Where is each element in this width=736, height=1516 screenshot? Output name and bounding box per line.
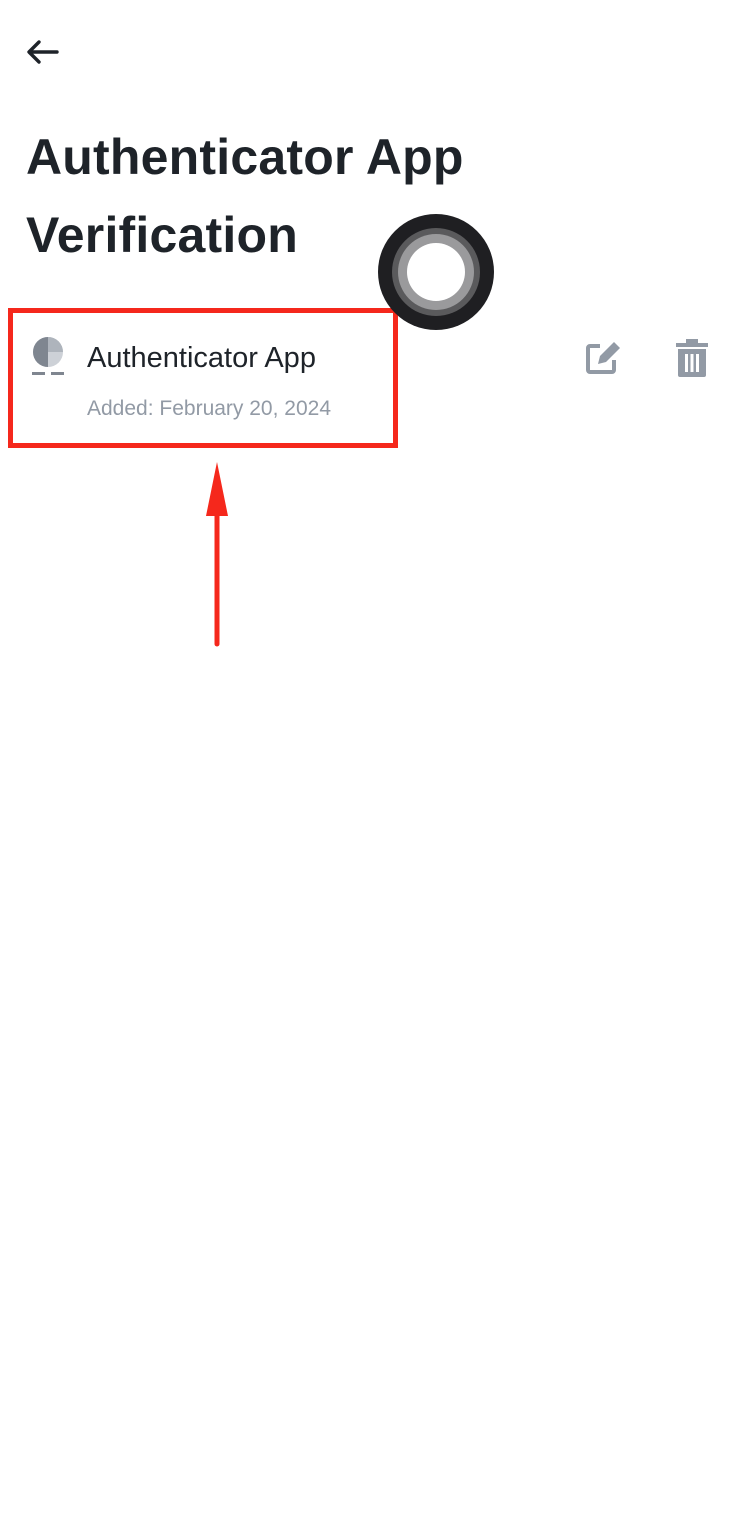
page-title: Authenticator App Verification (26, 129, 464, 263)
back-button[interactable] (22, 34, 62, 70)
method-name: Authenticator App (87, 342, 316, 374)
arrow-left-icon (27, 40, 59, 64)
authenticator-app-item[interactable]: Authenticator App Added: February 20, 20… (0, 320, 736, 430)
trash-icon (676, 339, 708, 377)
authenticator-app-icon (30, 336, 66, 378)
method-added-date: Added: February 20, 2024 (87, 397, 332, 420)
edit-button[interactable] (580, 336, 624, 380)
annotation-arrow-icon (206, 462, 228, 647)
delete-button[interactable] (670, 336, 714, 380)
edit-icon (586, 342, 620, 374)
